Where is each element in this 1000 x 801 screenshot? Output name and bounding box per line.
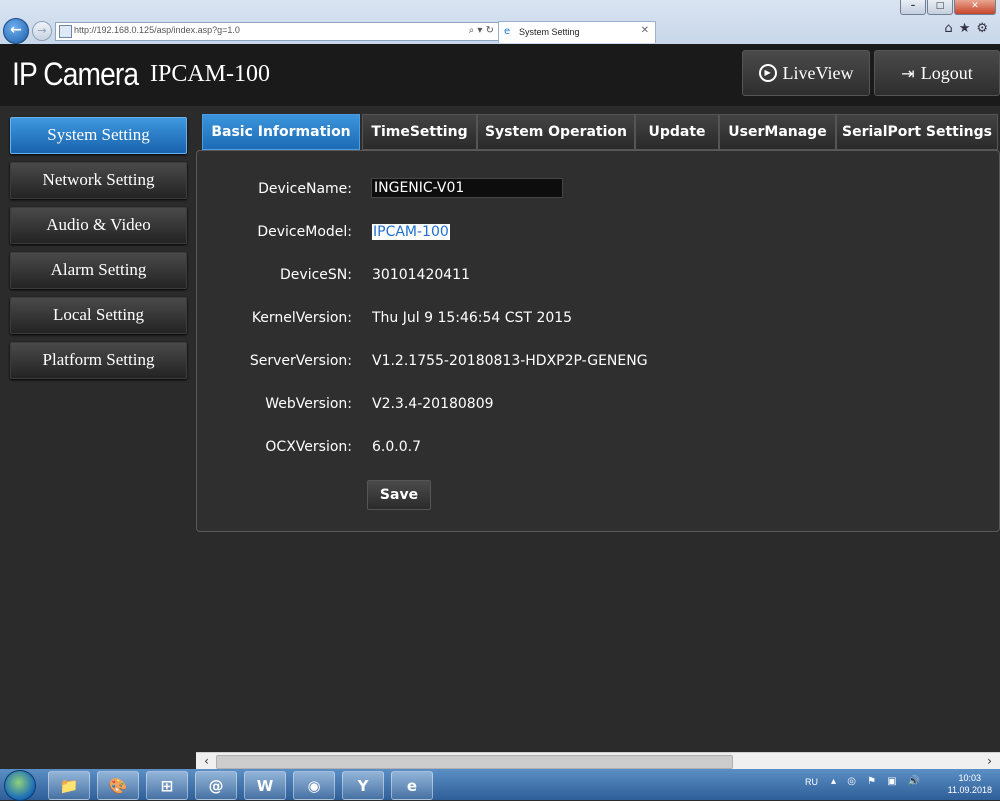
system-tray: RU ▴ ◎ ⚑ ▣ 🔊 10:03 11.09.2018 xyxy=(795,769,1000,800)
ocx-version-value: 6.0.0.7 xyxy=(372,439,421,455)
settings-tabs: Basic Information TimeSetting System Ope… xyxy=(200,114,1000,151)
web-version-value: V2.3.4-20180809 xyxy=(372,396,494,412)
clock-date: 11.09.2018 xyxy=(947,785,992,795)
sign-out-icon: ⇥ xyxy=(901,63,915,83)
tab-serialport-settings[interactable]: SerialPort Settings xyxy=(836,114,998,150)
internet-explorer-icon[interactable]: e xyxy=(391,771,433,800)
page-icon xyxy=(59,25,72,38)
sidebar-item-network-setting[interactable]: Network Setting xyxy=(10,162,187,199)
sidebar-item-platform-setting[interactable]: Platform Setting xyxy=(10,342,187,379)
field-row-web-version: WebVersion: V2.3.4-20180809 xyxy=(197,392,997,416)
browser-tools: ⌂★⚙ xyxy=(944,21,994,36)
scroll-thumb[interactable] xyxy=(216,755,733,769)
minimize-button[interactable]: – xyxy=(900,0,926,15)
device-model-title: IPCAM-100 xyxy=(150,61,271,87)
sidebar-item-local-setting[interactable]: Local Setting xyxy=(10,297,187,334)
browser-tab-title: System Setting xyxy=(519,27,580,37)
server-version-label: ServerVersion: xyxy=(249,353,352,369)
logout-label: Logout xyxy=(920,62,973,83)
logout-button[interactable]: ⇥ Logout xyxy=(874,50,1000,96)
device-model-value[interactable]: IPCAM-100 xyxy=(372,224,450,240)
clock-time: 10:03 xyxy=(958,773,982,783)
tab-time-setting[interactable]: TimeSetting xyxy=(362,114,477,150)
scroll-left-arrow-icon[interactable]: ‹ xyxy=(198,753,215,770)
kernel-version-value: Thu Jul 9 15:46:54 CST 2015 xyxy=(372,310,573,326)
tab-basic-information[interactable]: Basic Information xyxy=(202,114,360,150)
device-model-label: DeviceModel: xyxy=(257,224,352,240)
browser-toolbar: – □ ✕ ← → http://192.168.0.125/asp/index… xyxy=(0,0,1000,44)
window-controls: – □ ✕ xyxy=(899,0,996,15)
language-indicator[interactable]: RU xyxy=(805,777,818,787)
device-sn-value: 30101420411 xyxy=(372,267,470,283)
field-row-device-name: DeviceName: xyxy=(197,177,997,201)
clock[interactable]: 10:03 11.09.2018 xyxy=(948,772,992,796)
word-icon[interactable]: W xyxy=(244,771,286,800)
paint-icon[interactable]: 🎨 xyxy=(97,771,139,800)
field-row-kernel-version: KernelVersion: Thu Jul 9 15:46:54 CST 20… xyxy=(197,306,997,330)
address-text[interactable]: http://192.168.0.125/asp/index.asp?g=1.0 xyxy=(74,25,240,35)
tab-close-icon[interactable]: ✕ xyxy=(641,25,649,36)
ie-tab-icon: e xyxy=(504,26,511,37)
field-row-ocx-version: OCXVersion: 6.0.0.7 xyxy=(197,435,997,459)
field-row-device-sn: DeviceSN: 30101420411 xyxy=(197,263,997,287)
back-arrow-icon[interactable]: ← xyxy=(3,18,29,44)
kernel-version-label: KernelVersion: xyxy=(251,310,352,326)
yandex-icon[interactable]: Y xyxy=(342,771,384,800)
device-sn-label: DeviceSN: xyxy=(280,267,352,283)
at-mail-icon[interactable]: @ xyxy=(195,771,237,800)
horizontal-scrollbar[interactable]: ‹ › xyxy=(196,752,1000,770)
app-header: IP Camera IPCAM-100 ▶ LiveView ⇥ Logout xyxy=(0,44,1000,106)
tab-system-operation[interactable]: System Operation xyxy=(477,114,635,150)
sidebar-item-audio-video[interactable]: Audio & Video xyxy=(10,207,187,244)
tab-user-manage[interactable]: UserManage xyxy=(719,114,836,150)
play-circle-icon: ▶ xyxy=(758,64,777,82)
field-row-device-model: DeviceModel: IPCAM-100 xyxy=(197,220,997,244)
browser-tab[interactable]: e System Setting ✕ xyxy=(498,21,656,43)
basic-information-panel: DeviceName: DeviceModel: IPCAM-100 Devic… xyxy=(196,150,1000,532)
settings-gear-icon[interactable]: ⚙ xyxy=(976,21,994,36)
liveview-label: LiveView xyxy=(782,62,854,83)
maximize-button[interactable]: □ xyxy=(927,0,953,15)
liveview-button[interactable]: ▶ LiveView xyxy=(742,50,870,96)
web-version-label: WebVersion: xyxy=(265,396,352,412)
favorites-star-icon[interactable]: ★ xyxy=(959,21,977,36)
app-title: IP Camera xyxy=(12,56,139,92)
windows-flag-icon[interactable]: ⊞ xyxy=(146,771,188,800)
address-bar[interactable]: http://192.168.0.125/asp/index.asp?g=1.0… xyxy=(55,22,499,41)
device-name-label: DeviceName: xyxy=(258,181,352,197)
home-icon[interactable]: ⌂ xyxy=(944,21,958,36)
main-content: Basic Information TimeSetting System Ope… xyxy=(196,106,1000,769)
close-window-button[interactable]: ✕ xyxy=(954,0,996,15)
sidebar: System Setting Network Setting Audio & V… xyxy=(0,106,196,769)
tab-update[interactable]: Update xyxy=(635,114,719,150)
forward-arrow-icon[interactable]: → xyxy=(32,21,52,41)
save-button[interactable]: Save xyxy=(367,480,431,510)
device-model-selection[interactable]: IPCAM-100 xyxy=(372,224,450,240)
sidebar-item-alarm-setting[interactable]: Alarm Setting xyxy=(10,252,187,289)
firefox-icon[interactable]: ◉ xyxy=(293,771,335,800)
taskbar: 📁 🎨 ⊞ @ W ◉ Y e RU ▴ ◎ ⚑ ▣ 🔊 10:03 11.09… xyxy=(0,769,1000,801)
server-version-value: V1.2.1755-20180813-HDXP2P-GENENG xyxy=(372,353,648,369)
sidebar-item-system-setting[interactable]: System Setting xyxy=(10,117,187,154)
file-explorer-icon[interactable]: 📁 xyxy=(48,771,90,800)
field-row-server-version: ServerVersion: V1.2.1755-20180813-HDXP2P… xyxy=(197,349,997,373)
scroll-right-arrow-icon[interactable]: › xyxy=(981,753,998,770)
ocx-version-label: OCXVersion: xyxy=(265,439,352,455)
tray-icons[interactable]: ▴ ◎ ⚑ ▣ 🔊 xyxy=(831,776,924,787)
search-refresh-icons[interactable]: ⌕ ▾ ↻ xyxy=(469,23,494,39)
device-name-input[interactable] xyxy=(371,178,563,198)
start-button[interactable] xyxy=(4,770,36,801)
